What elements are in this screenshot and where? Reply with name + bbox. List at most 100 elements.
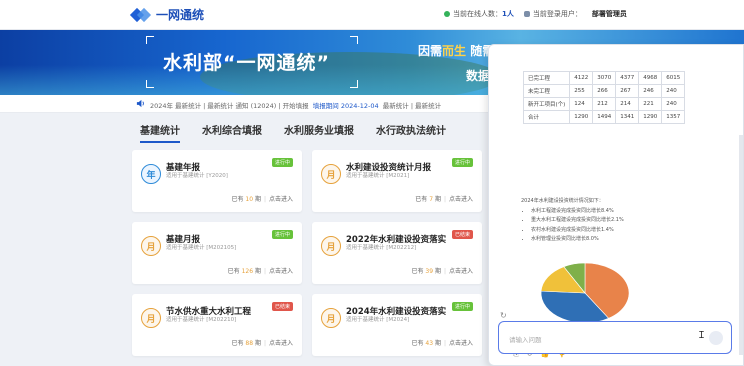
- card-source: 适用于基建统计 [M202212]: [346, 245, 417, 251]
- table-cell: 255: [569, 84, 594, 98]
- table-cell: 已完工程: [522, 71, 571, 85]
- card-source: 适用于基建统计 [M202210]: [166, 317, 237, 323]
- answer-bullets: 水利工程建设完成投资同比增长8.4%重大水利工程建设完成投资同比增长2.1%农村…: [531, 207, 721, 245]
- table-cell: 267: [615, 84, 640, 98]
- card-source: 适用于基建统计 [M2021]: [346, 173, 410, 179]
- table-cell: 1494: [592, 110, 617, 124]
- table-cell: 3070: [592, 71, 617, 85]
- banner-slogan-2: 数据: [466, 69, 491, 83]
- tab-comprehensive[interactable]: 水利综合填报: [202, 122, 262, 143]
- enter-link[interactable]: 点击进入: [449, 268, 473, 275]
- status-badge: 已结束: [451, 230, 473, 239]
- month-icon: 月: [321, 164, 341, 184]
- current-user: 当前登录用户：: [523, 9, 582, 19]
- card-source: 适用于基建统计 [M2024]: [346, 317, 410, 323]
- card-meta: 已有 7 期 | 点击进入: [415, 196, 473, 203]
- table-cell: 212: [592, 97, 617, 111]
- tab-enforcement[interactable]: 水行政执法统计: [376, 122, 446, 143]
- month-icon: 月: [321, 308, 341, 328]
- table-cell: 124: [569, 97, 594, 111]
- speaker-icon: [136, 99, 144, 108]
- enter-link[interactable]: 点击进入: [269, 196, 293, 203]
- table-cell: 4122: [569, 71, 594, 85]
- banner-corner: [350, 36, 358, 44]
- notice-text[interactable]: 2024年 最新统计 | 最新统计 通知 (12024) | 开始填报 填报期间…: [150, 100, 441, 110]
- banner-corner: [350, 80, 358, 88]
- card-meta: 已有 39 期 | 点击进入: [411, 268, 473, 275]
- user-name[interactable]: 部署管理员: [592, 9, 627, 19]
- table-cell: 1290: [638, 110, 663, 124]
- list-item: 水利管理业投资同比增长8.0%: [531, 235, 721, 245]
- card-source: 适用于基建统计 [M202105]: [166, 245, 237, 251]
- report-card[interactable]: 月 节水供水重大水利工程 适用于基建统计 [M202210] 已结束 已有 88…: [132, 294, 302, 356]
- enter-link[interactable]: 点击进入: [269, 340, 293, 347]
- enter-link[interactable]: 点击进入: [449, 196, 473, 203]
- user-icon: [444, 11, 450, 17]
- category-tabs: 基建统计 水利综合填报 水利服务业填报 水行政执法统计: [140, 122, 446, 143]
- table-cell: 4968: [638, 71, 663, 85]
- banner-title: 水利部“一网通统”: [163, 52, 330, 74]
- report-card[interactable]: 月 基建月报 适用于基建统计 [M202105] 进行中 已有 126 期 | 点击…: [132, 222, 302, 284]
- card-meta: 已有 10 期 | 点击进入: [231, 196, 293, 203]
- logo-text: 一网通统: [156, 8, 205, 22]
- answer-text: 2024年水利建设投资统计情况如下： 水利工程建设完成投资同比增长8.4%重大水…: [521, 197, 721, 245]
- tab-infrastructure[interactable]: 基建统计: [140, 122, 180, 143]
- logo-icon: [132, 7, 150, 23]
- card-meta: 已有 88 期 | 点击进入: [231, 340, 293, 347]
- logo[interactable]: 一网通统: [132, 6, 204, 23]
- status-badge: 进行中: [451, 302, 473, 311]
- banner-corner: [146, 36, 154, 44]
- card-meta: 已有 43 期 | 点击进入: [411, 340, 473, 347]
- online-users: 当前在线人数：1人: [444, 9, 514, 19]
- table-cell: 240: [661, 84, 686, 98]
- enter-link[interactable]: 点击进入: [449, 340, 473, 347]
- table-cell: 1341: [615, 110, 640, 124]
- report-card[interactable]: 月 2022年水利建设投资落实... 适用于基建统计 [M202212] 已结束…: [312, 222, 482, 284]
- tab-service[interactable]: 水利服务业填报: [284, 122, 354, 143]
- year-icon: 年: [141, 164, 161, 184]
- enter-link[interactable]: 点击进入: [269, 268, 293, 275]
- table-cell: 214: [615, 97, 640, 111]
- assistant-panel: 已完工程 4122 3070 4377 4968 6015 未完工程 255 266 267 246…: [488, 44, 744, 366]
- month-icon: 月: [321, 236, 341, 256]
- month-icon: 月: [141, 236, 161, 256]
- top-bar: 一网通统 当前在线人数：1人 当前登录用户： 部署管理员: [0, 0, 744, 30]
- text-cursor-icon: Ｉ: [697, 331, 707, 341]
- table-cell: 未完工程: [522, 84, 571, 98]
- table-row: 未完工程 255 266 267 246 240: [522, 84, 686, 98]
- status-badge: 已结束: [271, 302, 293, 311]
- table-row: 合计 1290 1494 1341 1290 1357: [522, 110, 686, 124]
- send-button[interactable]: [709, 331, 723, 345]
- month-icon: 月: [141, 308, 161, 328]
- table-cell: 4377: [615, 71, 640, 85]
- status-badge: 进行中: [271, 230, 293, 239]
- list-item: 水利工程建设完成投资同比增长8.4%: [531, 207, 721, 217]
- table-row: 新开工项目(个) 124 212 214 221 240: [522, 97, 686, 111]
- table-cell: 1290: [569, 110, 594, 124]
- refresh-icon[interactable]: ↻: [500, 311, 507, 320]
- scrollbar[interactable]: [739, 135, 743, 355]
- chat-input-placeholder: 请输入问题: [509, 336, 542, 344]
- status-badge: 进行中: [271, 158, 293, 167]
- stats-table: 已完工程 4122 3070 4377 4968 6015 未完工程 255 266 267 246…: [522, 71, 686, 124]
- table-cell: 新开工项目(个): [522, 97, 571, 111]
- account-icon: [523, 11, 530, 17]
- table-cell: 240: [661, 97, 686, 111]
- card-meta: 已有 126 期 | 点击进入: [227, 268, 293, 275]
- report-card[interactable]: 年 基建年报 适用于基建统计 [Y2020] 进行中 已有 10 期 | 点击进入: [132, 150, 302, 212]
- header-status: 当前在线人数：1人 当前登录用户： 部署管理员: [444, 9, 627, 19]
- status-badge: 进行中: [451, 158, 473, 167]
- table-cell: 221: [638, 97, 663, 111]
- answer-summary: 2024年水利建设投资统计情况如下：: [521, 198, 604, 204]
- card-source: 适用于基建统计 [Y2020]: [166, 173, 228, 179]
- report-card[interactable]: 月 水利建设投资统计月报 适用于基建统计 [M2021] 进行中 已有 7 期 |…: [312, 150, 482, 212]
- table-cell: 266: [592, 84, 617, 98]
- report-card[interactable]: 月 2024年水利建设投资落实... 适用于基建统计 [M2024] 进行中 已…: [312, 294, 482, 356]
- table-cell: 合计: [522, 110, 571, 124]
- table-row: 已完工程 4122 3070 4377 4968 6015: [522, 71, 686, 85]
- list-item: 重大水利工程建设完成投资同比增长2.1%: [531, 216, 721, 226]
- list-item: 农村水利建设完成投资同比增长1.4%: [531, 226, 721, 236]
- table-cell: 6015: [661, 71, 686, 85]
- table-cell: 1357: [661, 110, 686, 124]
- banner-corner: [146, 80, 154, 88]
